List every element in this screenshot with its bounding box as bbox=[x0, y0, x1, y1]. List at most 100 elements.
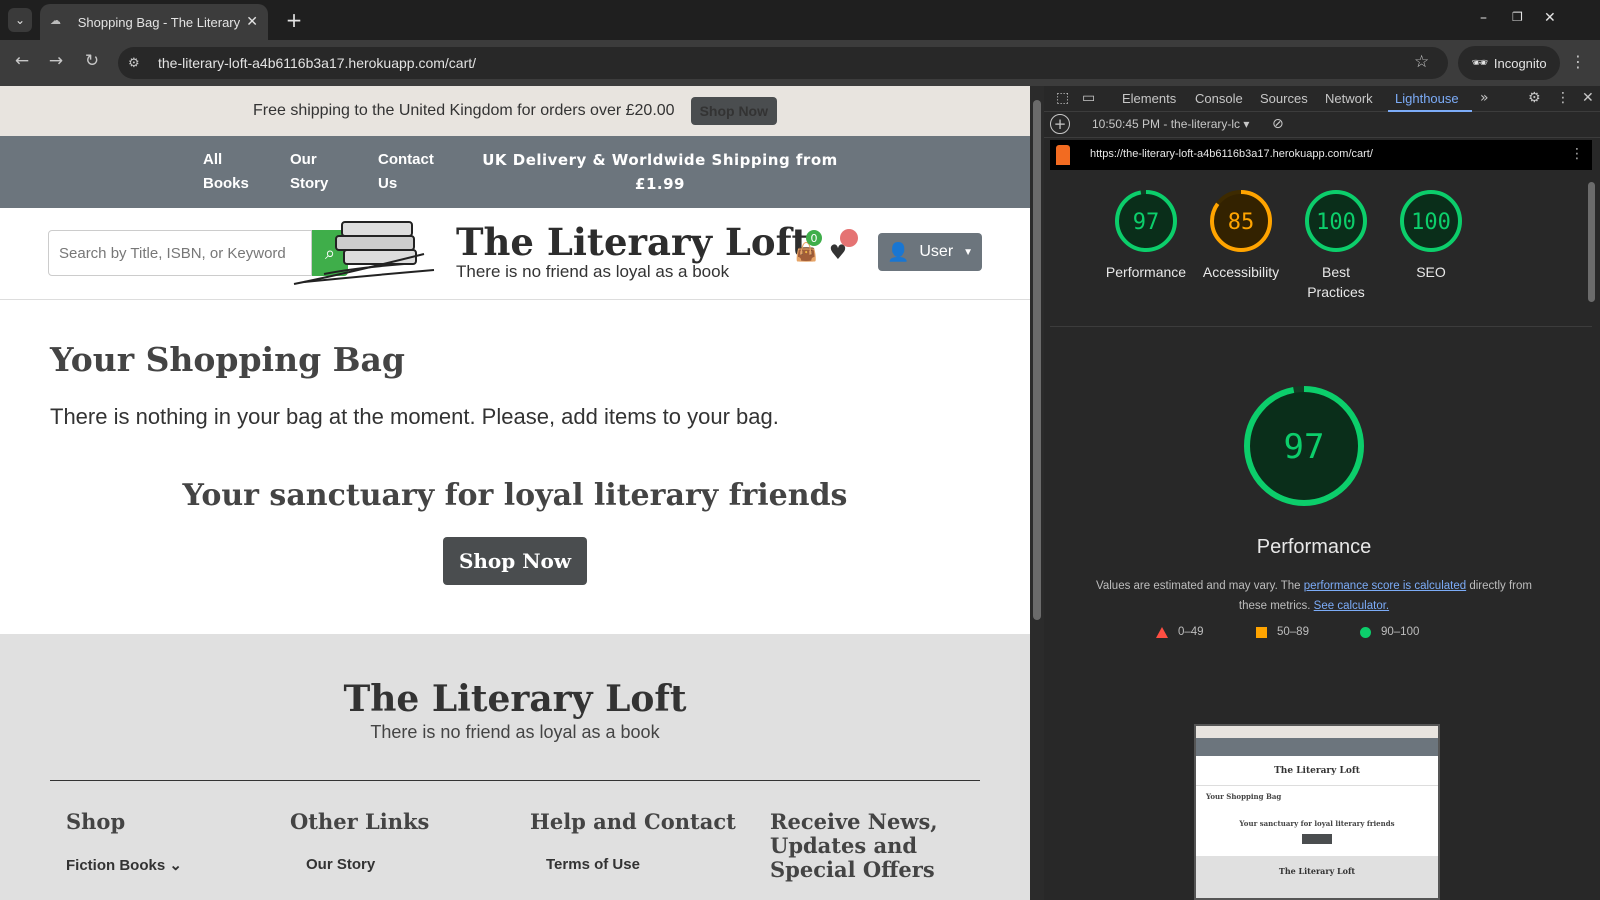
average-square-icon bbox=[1256, 626, 1267, 638]
sanctuary-heading: Your sanctuary for loyal literary friend… bbox=[182, 478, 848, 513]
new-report-plus-icon[interactable]: + bbox=[1050, 114, 1070, 134]
page-scrollbar-thumb[interactable] bbox=[1033, 100, 1041, 620]
address-bar[interactable]: ⚙ the-literary-loft-a4b6116b3a17.herokua… bbox=[118, 47, 1448, 79]
site-header: Search by Title, ISBN, or Keyword ⌕ The … bbox=[0, 208, 1030, 300]
reload-icon[interactable]: ↻ bbox=[80, 49, 104, 73]
footer-brand: The Literary Loft bbox=[343, 678, 687, 720]
nav-our-story-line2: Story bbox=[290, 175, 329, 192]
score-gauge-accessibility[interactable]: 85 Accessibility bbox=[1193, 188, 1289, 282]
nav-all-books-line1: All bbox=[203, 151, 223, 168]
footer-terms-link[interactable]: Terms of Use bbox=[546, 856, 640, 873]
banner-text: Free shipping to the United Kingdom for … bbox=[252, 102, 675, 119]
tab-search-chevron-icon[interactable]: ⌄ bbox=[8, 8, 32, 32]
performance-title: Performance bbox=[1256, 536, 1372, 558]
shipping-banner: Free shipping to the United Kingdom for … bbox=[0, 86, 1030, 136]
nav-our-story[interactable]: Our Story bbox=[290, 148, 328, 196]
score-gauge-seo[interactable]: 100 SEO bbox=[1383, 188, 1479, 282]
device-toolbar-icon[interactable]: ▭ bbox=[1082, 90, 1095, 106]
note-text-1: Values are estimated and may vary. The bbox=[1096, 580, 1304, 592]
nav-contact-line1: Contact bbox=[378, 151, 434, 168]
tab-elements[interactable]: Elements bbox=[1122, 91, 1176, 106]
gauge-ring: 100 bbox=[1400, 190, 1462, 252]
tab-lighthouse[interactable]: Lighthouse bbox=[1395, 91, 1459, 106]
legend-fail: 0–49 bbox=[1156, 626, 1204, 638]
newsletter-head-line2: Updates and bbox=[770, 833, 918, 858]
wishlist-dot bbox=[840, 229, 858, 247]
legend-average: 50–89 bbox=[1256, 626, 1309, 638]
gauge-label: SEO bbox=[1416, 264, 1446, 280]
site-brand[interactable]: The Literary Loft bbox=[456, 220, 809, 264]
user-menu-button[interactable]: 👤 User ▼ bbox=[878, 233, 982, 271]
incognito-label: Incognito bbox=[1493, 55, 1547, 71]
thumb-heading: Your Shopping Bag bbox=[1206, 792, 1282, 801]
thumb-footer-brand: The Literary Loft bbox=[1196, 856, 1438, 898]
browser-menu-icon[interactable]: ⋮ bbox=[1570, 52, 1586, 71]
browser-tab[interactable]: ☁ Shopping Bag - The Literary Loft ✕ bbox=[40, 4, 268, 40]
web-page: Free shipping to the United Kingdom for … bbox=[0, 86, 1030, 900]
see-calculator-link[interactable]: See calculator. bbox=[1314, 600, 1389, 612]
devtools-scrollbar-thumb[interactable] bbox=[1588, 182, 1595, 302]
nav-all-books[interactable]: All Books bbox=[203, 148, 249, 196]
tab-network[interactable]: Network bbox=[1325, 91, 1373, 106]
devtools-scrollbar[interactable] bbox=[1586, 172, 1598, 900]
banner-shop-now-button[interactable]: Shop Now bbox=[690, 97, 777, 125]
site-tagline: There is no friend as loyal as a book bbox=[456, 262, 730, 281]
bookmark-star-icon[interactable]: ☆ bbox=[1414, 52, 1429, 72]
new-tab-plus-icon[interactable]: + bbox=[282, 8, 306, 32]
incognito-icon: 🕶 bbox=[1471, 55, 1488, 70]
nav-contact-us[interactable]: Contact Us bbox=[378, 148, 434, 196]
shop-now-button[interactable]: Shop Now bbox=[443, 537, 587, 585]
nav-all-books-line2: Books bbox=[203, 175, 249, 192]
lighthouse-toolbar: + 10:50:45 PM - the-literary-lc ▾ ⊘ bbox=[1044, 112, 1600, 138]
tab-sources[interactable]: Sources bbox=[1260, 91, 1308, 106]
forward-arrow-icon[interactable]: → bbox=[44, 49, 68, 73]
restore-icon[interactable]: ❐ bbox=[1512, 10, 1523, 24]
devtools-menu-icon[interactable]: ⋮ bbox=[1556, 90, 1570, 106]
tab-close-icon[interactable]: ✕ bbox=[246, 14, 258, 30]
score-gauge-performance[interactable]: 97 Performance bbox=[1098, 188, 1194, 282]
footer-shop-heading: Shop bbox=[66, 809, 126, 834]
devtools-panel: ⬚ ▭ Elements Console Sources Network Lig… bbox=[1044, 86, 1600, 900]
performance-big-gauge: 97 bbox=[1244, 386, 1364, 506]
tab-favicon-icon: ☁ bbox=[50, 14, 61, 27]
more-tabs-icon[interactable]: » bbox=[1480, 90, 1489, 106]
gauge-ring: 100 bbox=[1305, 190, 1367, 252]
footer-tagline: There is no friend as loyal as a book bbox=[370, 722, 660, 742]
footer-fiction-books-link[interactable]: Fiction Books ⌄ bbox=[66, 856, 182, 874]
minimize-icon[interactable]: – bbox=[1480, 10, 1487, 26]
report-url: https://the-literary-loft-a4b6116b3a17.h… bbox=[1090, 148, 1373, 160]
footer-help-heading: Help and Contact bbox=[530, 809, 736, 834]
footer-newsletter-heading: Receive News, Updates and Special Offers bbox=[770, 810, 938, 882]
newsletter-head-line1: Receive News, bbox=[770, 809, 938, 834]
close-devtools-icon[interactable]: ✕ bbox=[1582, 90, 1594, 106]
address-url: the-literary-loft-a4b6116b3a17.herokuapp… bbox=[158, 55, 477, 71]
close-window-icon[interactable]: ✕ bbox=[1544, 10, 1556, 26]
tab-title: Shopping Bag - The Literary Loft bbox=[77, 14, 241, 30]
devtools-tab-bar: ⬚ ▭ Elements Console Sources Network Lig… bbox=[1044, 86, 1600, 112]
performance-big-score: 97 bbox=[1284, 427, 1325, 467]
site-info-icon[interactable]: ⚙ bbox=[128, 56, 150, 71]
books-logo-image bbox=[293, 221, 435, 285]
legend-pass-label: 90–100 bbox=[1381, 626, 1420, 638]
gauge-ring: 97 bbox=[1115, 190, 1177, 252]
section-divider bbox=[1050, 326, 1592, 327]
search-input[interactable]: Search by Title, ISBN, or Keyword bbox=[48, 230, 312, 276]
settings-gear-icon[interactable]: ⚙ bbox=[1528, 90, 1541, 106]
back-arrow-icon[interactable]: ← bbox=[10, 49, 34, 73]
footer-fiction-books-label: Fiction Books bbox=[66, 857, 166, 874]
empty-bag-message: There is nothing in your bag at the mome… bbox=[50, 404, 779, 429]
page-scrollbar[interactable] bbox=[1030, 86, 1044, 900]
tab-console[interactable]: Console bbox=[1195, 91, 1243, 106]
score-calculated-link[interactable]: performance score is calculated bbox=[1304, 580, 1466, 592]
caret-down-icon: ▼ bbox=[963, 246, 974, 258]
report-menu-icon[interactable]: ⋮ bbox=[1570, 146, 1584, 162]
gauge-label: Performance bbox=[1105, 264, 1187, 280]
incognito-badge[interactable]: 🕶 Incognito bbox=[1458, 46, 1560, 80]
main-nav: All Books Our Story Contact Us UK Delive… bbox=[0, 136, 1030, 208]
clear-reports-icon[interactable]: ⊘ bbox=[1272, 116, 1284, 132]
report-selector[interactable]: 10:50:45 PM - the-literary-lc ▾ bbox=[1092, 117, 1249, 131]
score-gauge-best-practices[interactable]: 100 Best Practices bbox=[1288, 188, 1384, 302]
inspect-element-icon[interactable]: ⬚ bbox=[1056, 90, 1069, 106]
footer-our-story-link[interactable]: Our Story bbox=[306, 856, 375, 873]
nav-contact-line2: Us bbox=[378, 175, 398, 192]
